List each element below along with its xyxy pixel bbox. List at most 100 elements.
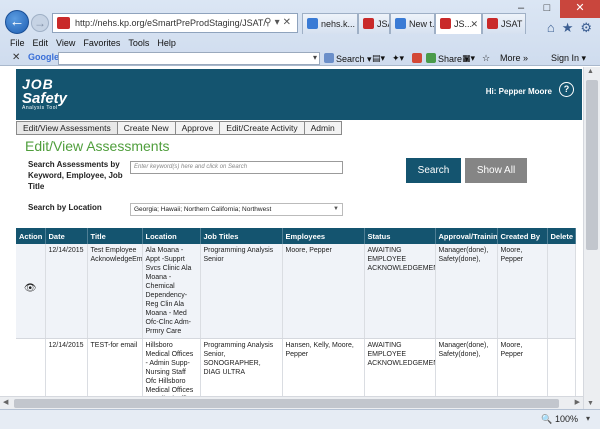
- help-icon[interactable]: ?: [559, 82, 574, 97]
- cell-action: 👁: [16, 244, 46, 339]
- tab-favicon-icon: [440, 18, 451, 29]
- site-favicon-icon: [57, 17, 70, 29]
- job-safety-logo: JOB Safety Analysis Tool: [22, 77, 67, 111]
- vertical-scrollbar[interactable]: ▲ ▼: [583, 67, 600, 409]
- scroll-up-icon[interactable]: ▲: [587, 68, 594, 75]
- table-header-row: Action Date Title Location Job Titles Em…: [16, 228, 576, 244]
- tab-label: JSAT: [377, 19, 389, 29]
- col-approval-training: Approval/Training: [435, 228, 498, 244]
- toolbar-star-icon[interactable]: ☆: [482, 53, 490, 64]
- tab-create-new[interactable]: Create New: [117, 121, 176, 135]
- location-select-value: Georgia; Hawaii; Northern California; No…: [134, 206, 272, 213]
- scroll-left-icon[interactable]: ◀: [3, 398, 8, 406]
- toolbar-translate-icon[interactable]: ▦▾: [462, 53, 475, 64]
- eye-icon[interactable]: 👁: [19, 284, 42, 294]
- browser-tab-4-active[interactable]: JS... ✕: [435, 13, 482, 34]
- tab-edit-create-activity[interactable]: Edit/Create Activity: [220, 121, 305, 135]
- browser-tab-2[interactable]: JSAT: [358, 13, 390, 34]
- page-content: JOB Safety Analysis Tool Hi: Pepper Moor…: [0, 67, 583, 409]
- horizontal-scrollbar[interactable]: ◀ ▶: [0, 396, 583, 409]
- toolbar-page-icon[interactable]: ▤▾: [372, 53, 385, 64]
- toolbar-search-button[interactable]: Search ▾: [324, 53, 372, 65]
- search-refresh-icon[interactable]: ⚲▾✕: [264, 14, 294, 32]
- browser-tab-5[interactable]: JSAT: [482, 13, 526, 34]
- col-action: Action: [16, 228, 46, 244]
- col-status: Status: [364, 228, 436, 244]
- logo-line1: JOB: [22, 76, 54, 92]
- toolbar-puzzle-icon[interactable]: ✦▾: [392, 53, 404, 64]
- tab-admin[interactable]: Admin: [304, 121, 342, 135]
- magnifier-icon: [324, 53, 334, 63]
- close-tab-icon[interactable]: ✕: [470, 14, 478, 34]
- cell-job-titles: Programming Analysis Senior: [200, 244, 283, 339]
- cell-date: 12/14/2015: [45, 244, 88, 339]
- col-employees: Employees: [282, 228, 365, 244]
- menu-view[interactable]: View: [56, 38, 75, 50]
- app-header: JOB Safety Analysis Tool Hi: Pepper Moor…: [16, 69, 582, 120]
- table-row[interactable]: 👁 12/14/2015 Test Employee AcknowledgeEm…: [16, 244, 576, 339]
- location-select[interactable]: Georgia; Hawaii; Northern California; No…: [130, 203, 343, 216]
- tab-favicon-icon: [395, 18, 406, 29]
- logo-line2: Safety: [22, 90, 68, 107]
- status-bar: 🔍 100% ▾: [0, 409, 600, 429]
- tab-favicon-icon: [363, 18, 374, 29]
- google-toolbar: ✕ Google ▾ Search ▾ ▤▾ ✦▾ Share ▾ ▦▾ ☆ M…: [0, 51, 600, 66]
- cell-title: Test Employee AcknowledgeEm: [87, 244, 143, 339]
- tab-label: JS...: [454, 19, 473, 29]
- cell-delete[interactable]: [547, 244, 576, 339]
- zoom-level[interactable]: 🔍 100%: [541, 414, 578, 425]
- cell-created-by: Moore, Pepper: [497, 244, 548, 339]
- signin-label: Sign In: [551, 53, 580, 63]
- menu-edit[interactable]: Edit: [33, 38, 49, 50]
- col-delete: Delete: [547, 228, 576, 244]
- zoom-value: 100%: [554, 414, 578, 424]
- menu-tools[interactable]: Tools: [128, 38, 149, 50]
- address-bar[interactable]: http://nehs.kp.org/eSmartPreProdStaging/…: [52, 13, 298, 33]
- browser-tab-1[interactable]: nehs.k...: [302, 13, 358, 34]
- col-location: Location: [142, 228, 201, 244]
- menu-file[interactable]: File: [10, 38, 25, 50]
- horizontal-scroll-thumb[interactable]: [14, 399, 559, 408]
- col-title: Title: [87, 228, 143, 244]
- menu-help[interactable]: Help: [157, 38, 176, 50]
- search-button[interactable]: Search: [406, 158, 461, 183]
- share-icon: [426, 53, 436, 63]
- browser-tab-3[interactable]: New t...: [390, 13, 435, 34]
- zoom-dropdown-icon[interactable]: ▾: [586, 414, 590, 423]
- cell-approval: Manager(done), Safety(done),: [435, 244, 498, 339]
- toolbar-gplus-icon[interactable]: [412, 53, 424, 64]
- keyword-search-input[interactable]: Enter keyword(s) here and click on Searc…: [130, 161, 343, 174]
- tab-edit-view-assessments[interactable]: Edit/View Assessments: [16, 121, 118, 135]
- scroll-down-icon[interactable]: ▼: [587, 400, 594, 407]
- toolbar-more-button[interactable]: More »: [500, 53, 528, 63]
- toolbar-share-label: Share: [438, 54, 463, 64]
- toolbar-signin-button[interactable]: Sign In ▾: [551, 53, 586, 64]
- url-text: http://nehs.kp.org/eSmartPreProdStaging/…: [75, 18, 266, 28]
- menu-bar: File Edit View Favorites Tools Help: [10, 38, 176, 50]
- home-icon[interactable]: ⌂: [547, 20, 555, 36]
- scroll-right-icon[interactable]: ▶: [575, 398, 580, 406]
- dropdown-arrow-icon[interactable]: ▾: [313, 53, 317, 62]
- show-all-button[interactable]: Show All: [465, 158, 527, 183]
- menu-favorites[interactable]: Favorites: [83, 38, 120, 50]
- settings-gear-icon[interactable]: ⚙: [580, 20, 592, 36]
- tab-label: New t...: [409, 19, 435, 29]
- vertical-scroll-thumb[interactable]: [586, 80, 598, 250]
- browser-right-icons: ⌂ ★ ⚙: [547, 20, 592, 36]
- back-button[interactable]: ←: [5, 10, 29, 34]
- chevron-down-icon: ▼: [333, 206, 339, 212]
- tab-approve[interactable]: Approve: [175, 121, 221, 135]
- google-search-input[interactable]: ▾: [58, 52, 320, 65]
- favorites-star-icon[interactable]: ★: [562, 20, 574, 36]
- toolbar-search-label: Search: [336, 54, 365, 64]
- forward-button[interactable]: →: [31, 14, 49, 32]
- close-toolbar-icon[interactable]: ✕: [12, 52, 20, 63]
- tab-favicon-icon: [487, 18, 498, 29]
- app-nav-tabs: Edit/View Assessments Create New Approve…: [16, 121, 342, 135]
- tab-favicon-icon: [307, 18, 318, 29]
- location-label: Search by Location: [28, 203, 102, 212]
- tab-label: JSAT: [501, 19, 523, 29]
- cell-status: AWAITING EMPLOYEE ACKNOWLEDGEMENT: [364, 244, 436, 339]
- col-created-by: Created By: [497, 228, 548, 244]
- user-greeting: Hi: Pepper Moore: [485, 87, 552, 96]
